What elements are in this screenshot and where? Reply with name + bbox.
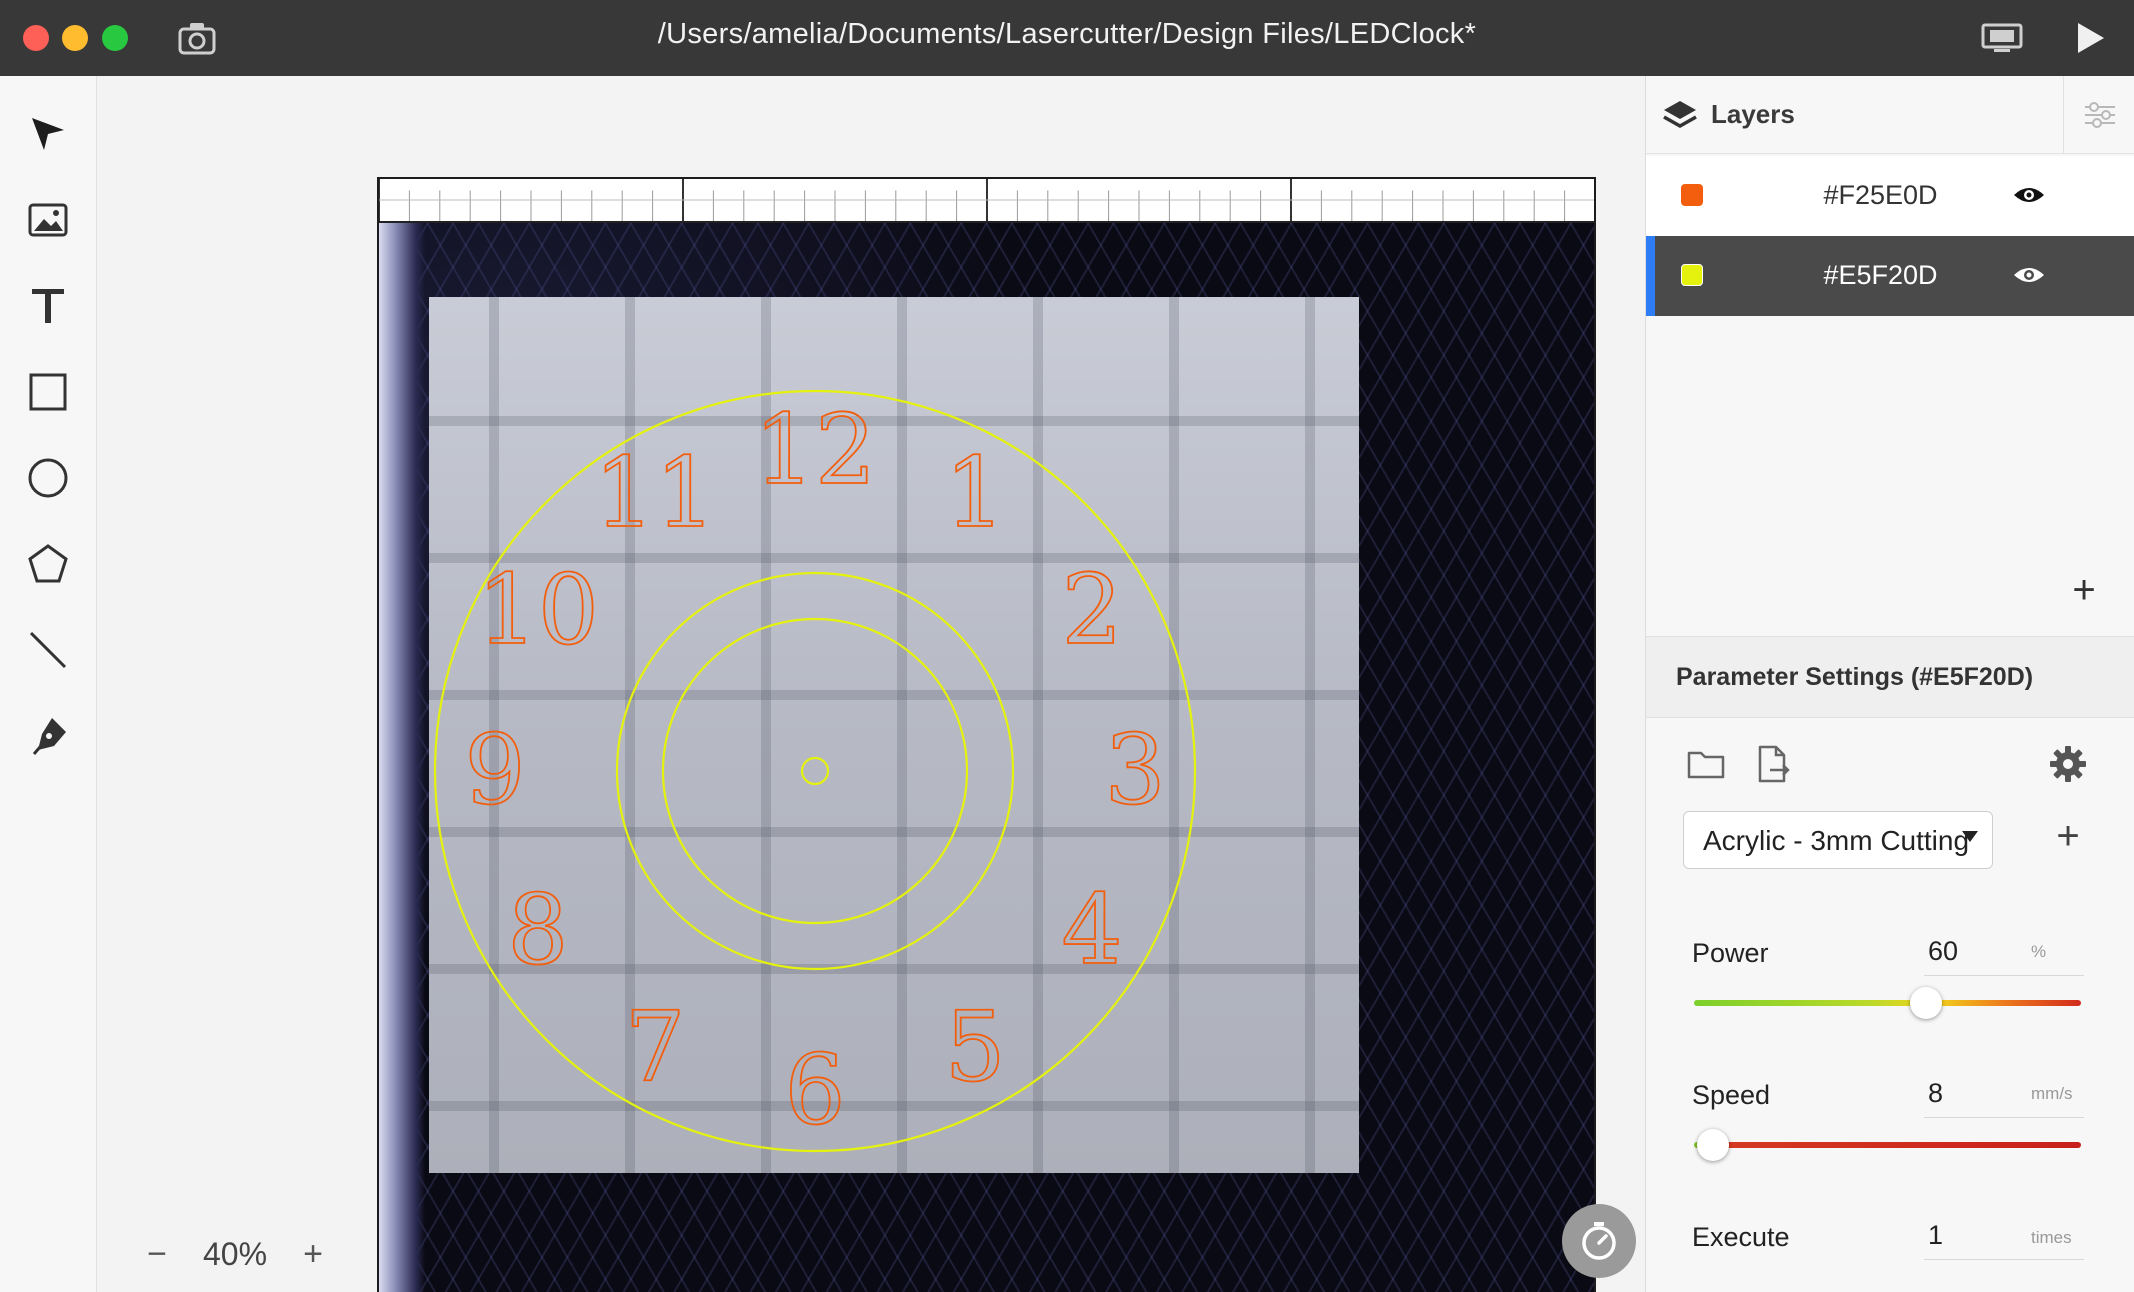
cursor-arrow-icon: [32, 118, 64, 150]
layer-row-yellow[interactable]: #E5F20D: [1646, 236, 2134, 316]
pentagon-icon: [28, 544, 68, 583]
layers-title: Layers: [1711, 99, 1795, 129]
monitor-icon[interactable]: [1980, 22, 2024, 54]
layer-name: #F25E0D: [1823, 180, 1938, 210]
laser-bed-workspace[interactable]: 12 1 2 3 4 5 6 7 8 9 10 11: [377, 177, 1596, 1292]
sliders-icon[interactable]: [2082, 98, 2118, 132]
add-layer-button[interactable]: +: [2064, 570, 2104, 610]
zoom-out-button[interactable]: −: [137, 1235, 177, 1274]
parameter-settings-header: Parameter Settings (#E5F20D): [1646, 636, 2134, 718]
folder-icon[interactable]: [1686, 744, 1726, 784]
text-icon: [32, 289, 64, 323]
dropdown-arrow-icon: [1962, 831, 1978, 842]
pen-nib-icon: [32, 718, 66, 755]
middle-clock-ring[interactable]: [615, 571, 1015, 971]
image-icon: [28, 203, 68, 237]
line-tool-button[interactable]: [22, 624, 74, 676]
parameter-toolbar: [1646, 744, 2134, 792]
pen-tool-button[interactable]: [22, 710, 74, 762]
job-time-estimate-button[interactable]: [1562, 1204, 1636, 1278]
image-tool-button[interactable]: [22, 194, 74, 246]
app-window: /Users/amelia/Documents/Lasercutter/Desi…: [0, 0, 2134, 1292]
design-canvas[interactable]: 12 1 2 3 4 5 6 7 8 9 10 11 − 40% +: [97, 76, 1645, 1292]
speed-label: Speed: [1692, 1080, 1771, 1110]
clock-numeral-4[interactable]: 4: [1061, 873, 1124, 987]
polygon-tool-button[interactable]: [22, 538, 74, 590]
zoom-in-button[interactable]: +: [293, 1235, 333, 1274]
inner-clock-ring[interactable]: [661, 617, 969, 925]
clock-numeral-1[interactable]: 1: [944, 436, 1007, 550]
header-divider: [2063, 76, 2064, 154]
play-icon[interactable]: [2074, 20, 2106, 56]
layer-row-orange[interactable]: #F25E0D: [1646, 156, 2134, 236]
center-hole[interactable]: [800, 756, 830, 786]
layers-icon: [1663, 101, 1697, 129]
clock-numeral-10[interactable]: 10: [476, 553, 600, 667]
layers-header: Layers: [1646, 76, 2134, 154]
zoom-level: 40%: [203, 1235, 268, 1272]
rectangle-tool-button[interactable]: [22, 366, 74, 418]
right-sidebar: Layers #F25E0D #E5F20D + Parameter Setti…: [1645, 76, 2134, 1292]
zoom-controls: − 40% +: [137, 1234, 333, 1274]
execute-unit: times: [2031, 1228, 2072, 1247]
power-label: Power: [1692, 938, 1769, 968]
speed-slider-track[interactable]: [1694, 1142, 2081, 1148]
power-slider-thumb[interactable]: [1910, 987, 1943, 1019]
power-input[interactable]: 60: [1924, 936, 2084, 976]
text-tool-button[interactable]: [22, 280, 74, 332]
clock-numeral-9[interactable]: 9: [464, 713, 527, 827]
circle-icon: [28, 458, 68, 498]
gear-icon[interactable]: [2048, 744, 2088, 784]
select-tool-button[interactable]: [22, 108, 74, 160]
ellipse-tool-button[interactable]: [22, 452, 74, 504]
tool-palette: [0, 76, 97, 1292]
clock-numeral-5[interactable]: 5: [944, 990, 1007, 1104]
power-slider-track[interactable]: [1694, 1000, 2081, 1006]
window-title-text: /Users/amelia/Documents/Lasercutter/Desi…: [657, 18, 1477, 50]
eye-icon[interactable]: [2012, 260, 2046, 290]
window-title: /Users/amelia/Documents/Lasercutter/Desi…: [0, 18, 2134, 51]
material-preset-select[interactable]: Acrylic - 3mm Cutting: [1683, 811, 1993, 869]
execute-label: Execute: [1692, 1222, 1790, 1252]
clock-numeral-6[interactable]: 6: [784, 1033, 847, 1147]
clock-design[interactable]: 12 12 3 45678 9 1011: [379, 179, 1598, 1292]
clock-numeral-12[interactable]: 12: [753, 393, 877, 507]
clock-numeral-11[interactable]: 11: [593, 436, 717, 550]
layer-name: #E5F20D: [1823, 260, 1938, 290]
speed-slider-thumb[interactable]: [1697, 1129, 1730, 1161]
clock-numeral-7[interactable]: 7: [624, 990, 687, 1104]
stopwatch-icon: [1582, 1222, 1616, 1260]
speed-unit: mm/s: [2031, 1084, 2073, 1103]
clock-numeral-8[interactable]: 8: [506, 873, 569, 987]
add-preset-button[interactable]: +: [2048, 814, 2088, 859]
clock-numeral-3[interactable]: 3: [1104, 713, 1167, 827]
clock-numeral-2[interactable]: 2: [1061, 553, 1124, 667]
eye-icon[interactable]: [2012, 180, 2046, 210]
parameter-settings-title: Parameter Settings (#E5F20D): [1676, 663, 2034, 691]
power-unit: %: [2031, 942, 2047, 961]
export-file-icon[interactable]: [1752, 744, 1792, 784]
orange-layer-numerals[interactable]: 12 12 3 45678 9 1011: [464, 393, 1167, 1147]
rectangle-icon: [29, 373, 67, 411]
line-icon: [29, 631, 67, 669]
title-bar: /Users/amelia/Documents/Lasercutter/Desi…: [0, 0, 2134, 76]
